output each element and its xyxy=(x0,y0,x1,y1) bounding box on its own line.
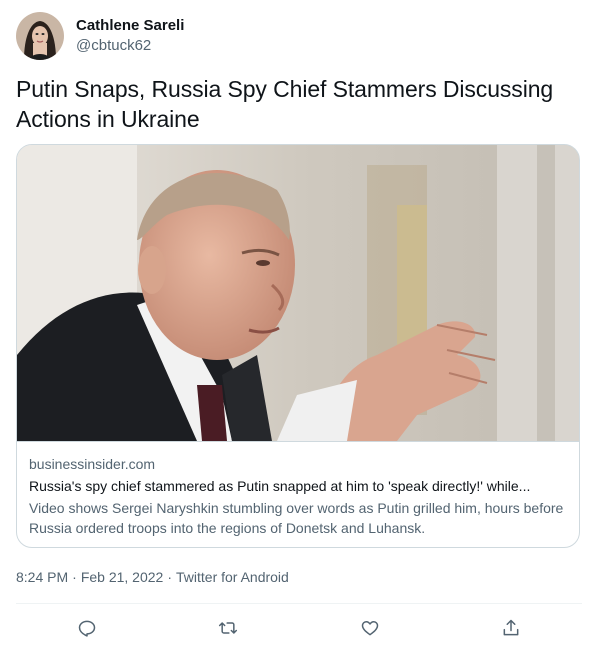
tweet-text: Putin Snaps, Russia Spy Chief Stammers D… xyxy=(16,76,554,132)
link-card[interactable]: businessinsider.com Russia's spy chief s… xyxy=(16,144,580,548)
meta-separator: · xyxy=(167,569,172,585)
tweet-time[interactable]: 8:24 PM xyxy=(16,567,68,587)
retweet-button[interactable] xyxy=(211,612,245,644)
share-icon xyxy=(503,619,519,636)
like-icon xyxy=(361,621,378,636)
tweet-date[interactable]: Feb 21, 2022 xyxy=(81,567,164,587)
share-button[interactable] xyxy=(494,612,528,644)
card-image[interactable] xyxy=(17,145,579,442)
user-handle[interactable]: @cbtuck62 xyxy=(76,36,184,56)
display-name[interactable]: Cathlene Sareli xyxy=(76,16,184,36)
reply-button[interactable] xyxy=(70,612,104,644)
card-description: Video shows Sergei Naryshkin stumbling o… xyxy=(29,500,564,536)
meta-separator: · xyxy=(72,569,77,585)
tweet-author[interactable]: Cathlene Sareli @cbtuck62 xyxy=(16,12,184,60)
avatar[interactable] xyxy=(16,12,64,60)
card-title[interactable]: Russia's spy chief stammered as Putin sn… xyxy=(29,476,567,496)
tweet: Cathlene Sareli @cbtuck62 Putin Snaps, R… xyxy=(0,0,598,650)
tweet-source[interactable]: Twitter for Android xyxy=(176,567,289,587)
tweet-actions xyxy=(16,612,582,644)
like-button[interactable] xyxy=(353,612,387,644)
tweet-meta: 8:24 PM · Feb 21, 2022 · Twitter for And… xyxy=(16,567,289,587)
divider xyxy=(16,603,582,604)
reply-icon xyxy=(78,620,95,637)
retweet-icon xyxy=(219,622,238,634)
card-domain: businessinsider.com xyxy=(29,456,156,472)
